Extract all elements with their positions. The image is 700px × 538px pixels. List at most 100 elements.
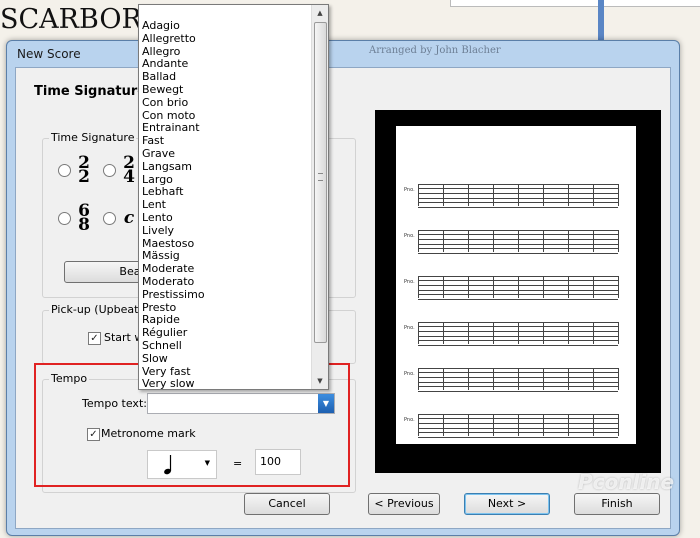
barline: [618, 368, 619, 390]
tempo-option[interactable]: Con brio: [141, 96, 311, 110]
tempo-option[interactable]: Entrainant: [141, 122, 311, 135]
barline: [443, 322, 444, 344]
preview-system: Pno.: [404, 178, 626, 208]
barline: [418, 322, 419, 344]
barline: [468, 368, 469, 390]
barline: [418, 414, 419, 436]
barline: [543, 414, 544, 436]
barline: [568, 276, 569, 298]
tempo-option[interactable]: Moderato: [141, 275, 311, 289]
tempo-text-dropdown-list[interactable]: Adagio Allegretto Allegro Andante Ballad Bewe…: [138, 4, 329, 390]
staff-label: Pno.: [404, 233, 415, 239]
staff-label: Pno.: [404, 371, 415, 377]
dialog-title: New Score: [17, 47, 81, 61]
common-time-symbol: c: [123, 208, 135, 228]
radio-2-2[interactable]: [58, 164, 71, 177]
score-preview: Pno. Pno. Pno. Pno. Pno. Pno.: [375, 110, 661, 473]
scrollbar-thumb[interactable]: [314, 22, 327, 343]
barline: [568, 230, 569, 252]
barline: [543, 368, 544, 390]
preview-system: Pno.: [404, 224, 626, 254]
preview-system: Pno.: [404, 270, 626, 300]
tempo-option[interactable]: Lively: [141, 224, 311, 238]
radio-6-8[interactable]: [58, 212, 71, 225]
radio-common-time[interactable]: [103, 212, 116, 225]
barline: [468, 276, 469, 298]
barline: [518, 276, 519, 298]
barline: [568, 322, 569, 344]
barline: [593, 184, 594, 206]
barline: [468, 230, 469, 252]
time-sig-6-8: 68: [78, 201, 90, 235]
barline: [493, 414, 494, 436]
barline: [543, 230, 544, 252]
staff-label: Pno.: [404, 187, 415, 193]
barline: [543, 322, 544, 344]
tempo-option[interactable]: Very slow: [141, 378, 311, 391]
barline: [518, 368, 519, 390]
preview-page: Pno. Pno. Pno. Pno. Pno. Pno.: [396, 126, 636, 444]
barline: [568, 414, 569, 436]
tempo-option[interactable]: Allegretto: [141, 32, 311, 46]
background-bar: [598, 0, 604, 40]
staff-label: Pno.: [404, 279, 415, 285]
tempo-option[interactable]: Langsam: [141, 160, 311, 174]
cancel-button[interactable]: Cancel: [244, 493, 330, 515]
tempo-option[interactable]: Schnell: [141, 339, 311, 353]
barline: [543, 276, 544, 298]
radio-2-4[interactable]: [103, 164, 116, 177]
tempo-option[interactable]: Grave: [141, 147, 311, 161]
barline: [518, 230, 519, 252]
time-sig-2-4: 24: [123, 153, 135, 187]
next-button[interactable]: Next >: [464, 493, 550, 515]
tempo-option[interactable]: Lento: [141, 211, 311, 225]
pickup-checkbox[interactable]: ✓: [88, 332, 101, 345]
barline: [468, 322, 469, 344]
tempo-options: Adagio Allegretto Allegro Andante Ballad Bewe…: [141, 19, 311, 391]
staff-label: Pno.: [404, 325, 415, 331]
tempo-option[interactable]: Lebhaft: [141, 186, 311, 199]
barline: [418, 230, 419, 252]
barline: [468, 184, 469, 206]
time-sig-2-2: 22: [78, 153, 90, 187]
barline: [618, 414, 619, 436]
time-signature-label: Time Signature: [49, 131, 137, 144]
tempo-option[interactable]: Régulier: [141, 326, 311, 340]
barline: [443, 184, 444, 206]
scroll-down-icon[interactable]: ▼: [313, 374, 327, 388]
previous-button[interactable]: < Previous: [368, 493, 440, 515]
preview-system: Pno.: [404, 408, 626, 438]
barline: [493, 322, 494, 344]
dialog-background-text: Arranged by John Blacher: [369, 45, 501, 56]
tempo-option[interactable]: Slow: [141, 352, 311, 366]
finish-button[interactable]: Finish: [574, 493, 660, 515]
barline: [568, 184, 569, 206]
barline: [468, 414, 469, 436]
background-page: [450, 0, 700, 7]
barline: [518, 414, 519, 436]
preview-system: Pno.: [404, 362, 626, 392]
barline: [593, 414, 594, 436]
tempo-option[interactable]: Bewegt: [141, 83, 311, 97]
barline: [593, 230, 594, 252]
preview-system: Pno.: [404, 316, 626, 346]
barline: [443, 230, 444, 252]
barline: [518, 184, 519, 206]
barline: [418, 276, 419, 298]
barline: [543, 184, 544, 206]
barline: [493, 184, 494, 206]
staff-label: Pno.: [404, 417, 415, 423]
grip-icon: [318, 173, 323, 181]
list-scrollbar[interactable]: ▲ ▼: [311, 5, 328, 389]
watermark: Pconline: [578, 470, 675, 494]
barline: [493, 230, 494, 252]
barline: [493, 276, 494, 298]
barline: [418, 184, 419, 206]
barline: [443, 368, 444, 390]
barline: [418, 368, 419, 390]
tempo-option[interactable]: Adagio: [141, 19, 311, 33]
tempo-option[interactable]: Prestissimo: [141, 288, 311, 302]
barline: [618, 230, 619, 252]
barline: [593, 322, 594, 344]
scroll-up-icon[interactable]: ▲: [313, 6, 327, 20]
